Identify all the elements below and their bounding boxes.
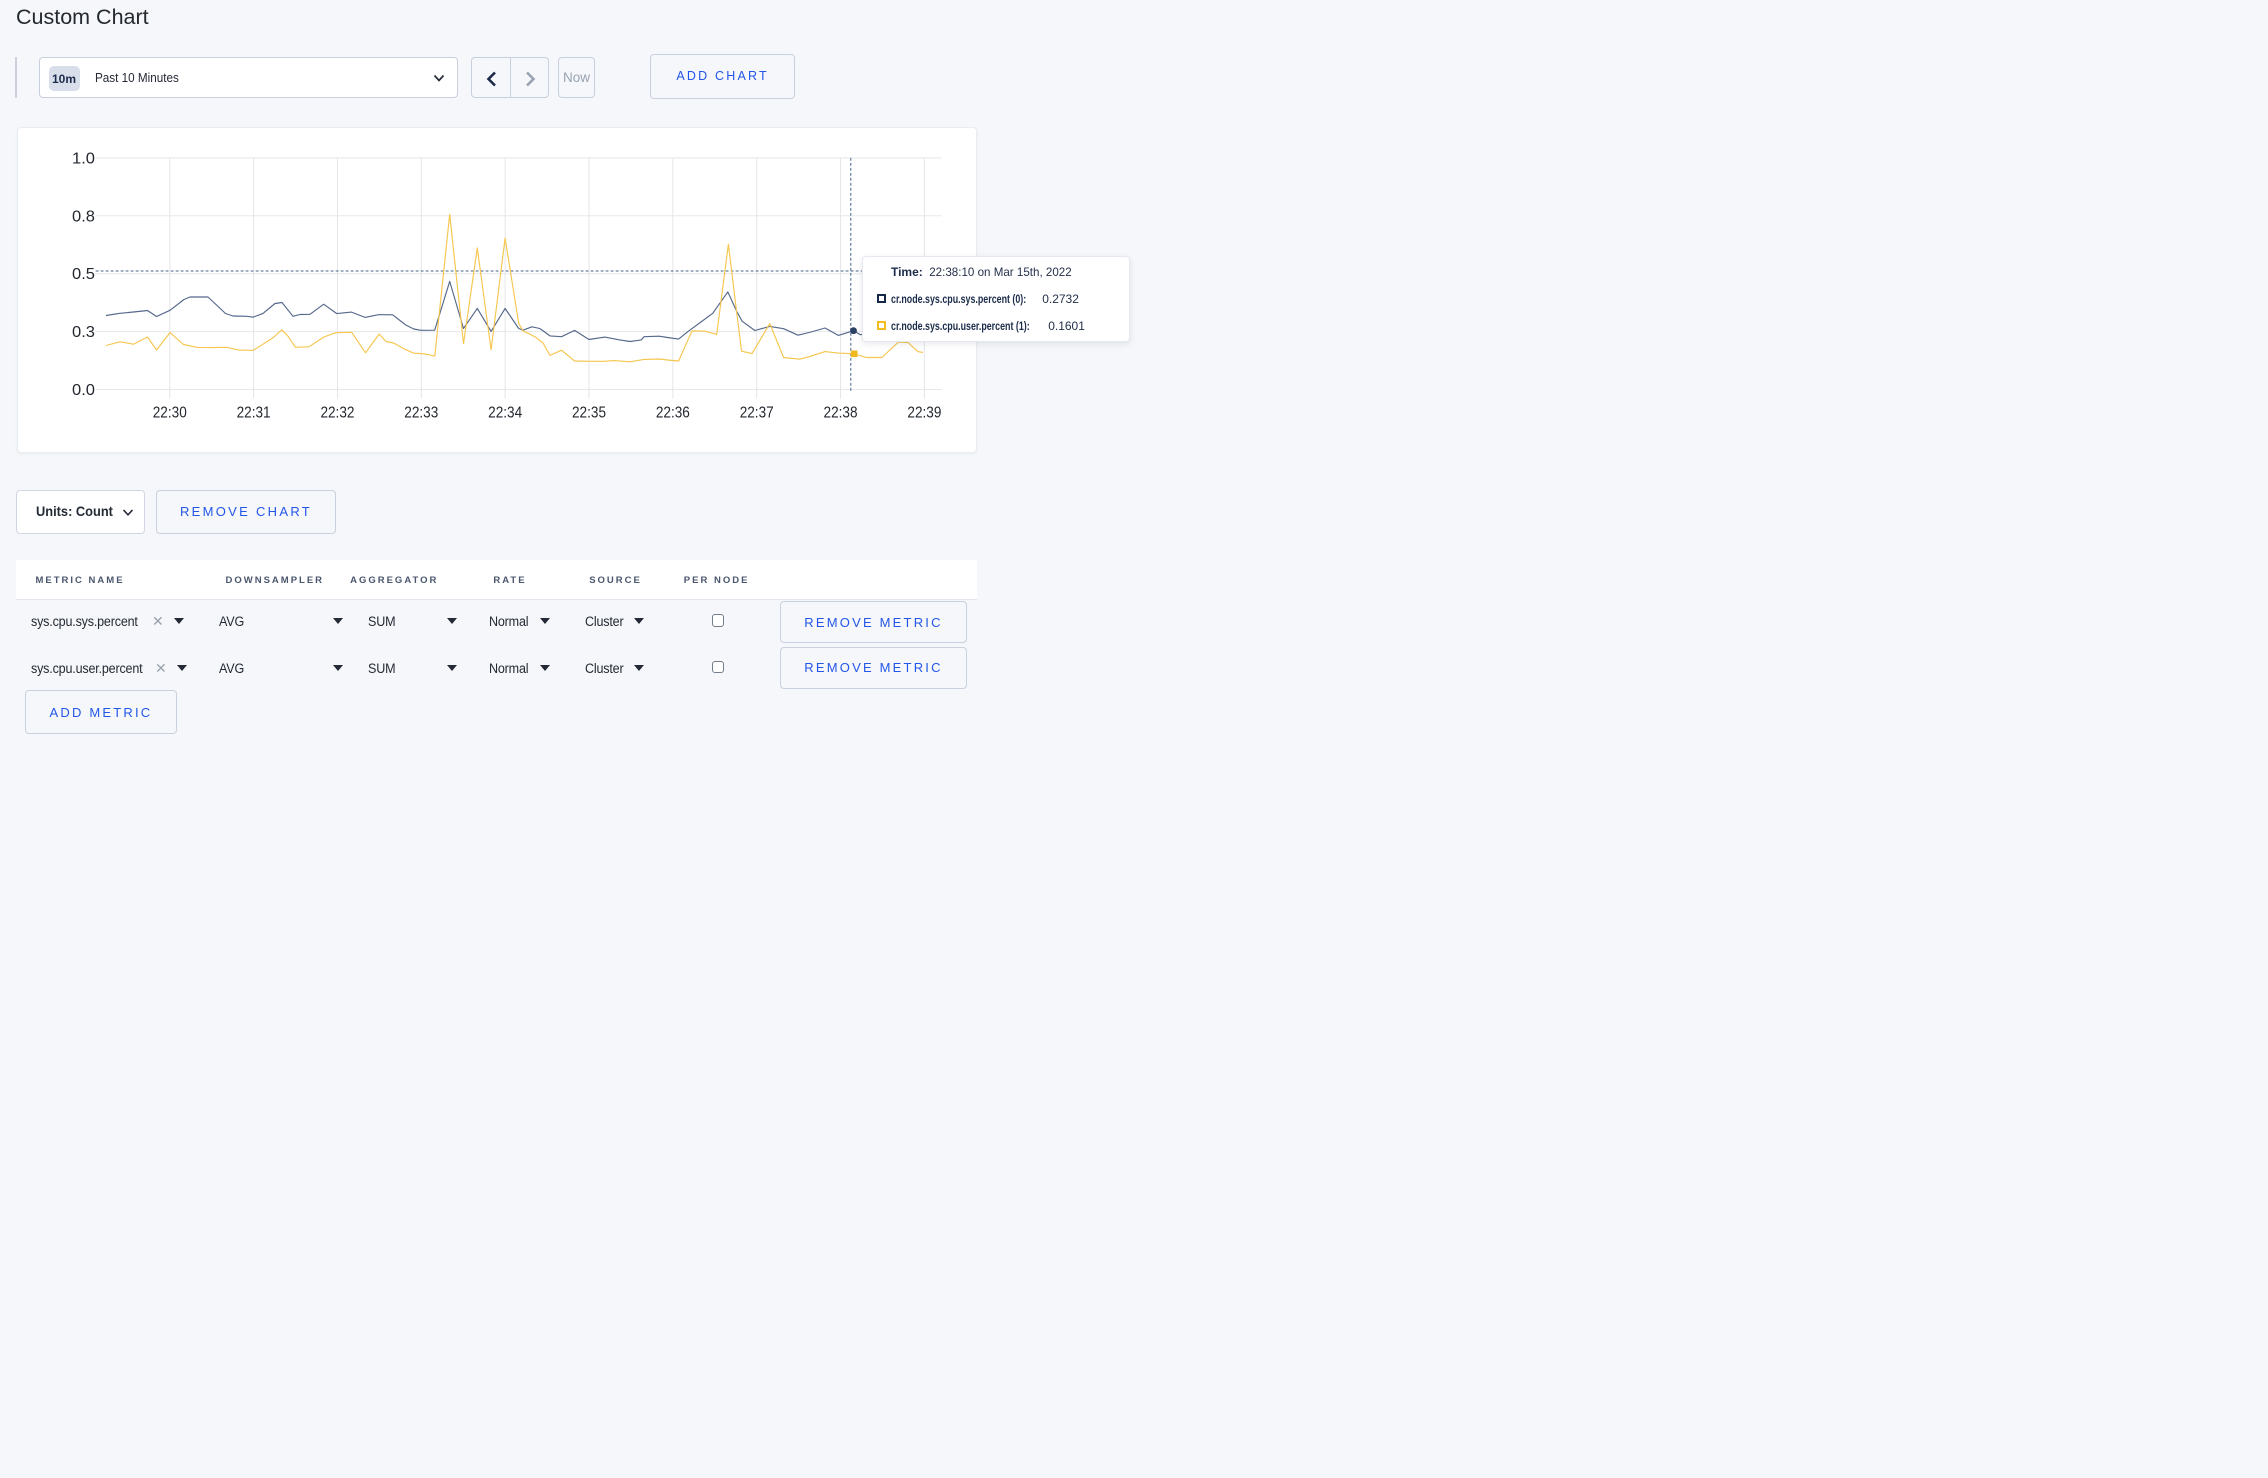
svg-text:1.0: 1.0 [72,150,95,167]
svg-text:22:33: 22:33 [404,405,438,422]
svg-text:22:32: 22:32 [320,405,354,422]
svg-text:0.0: 0.0 [72,382,95,399]
svg-text:0.3: 0.3 [72,324,95,341]
svg-text:22:34: 22:34 [488,405,522,422]
svg-text:22:39: 22:39 [907,405,941,422]
svg-text:0.8: 0.8 [72,208,95,225]
svg-text:22:35: 22:35 [572,405,606,422]
svg-text:0.5: 0.5 [72,266,95,283]
svg-text:22:36: 22:36 [656,405,690,422]
svg-text:22:30: 22:30 [153,405,187,422]
svg-text:22:37: 22:37 [740,405,774,422]
svg-text:22:38: 22:38 [824,405,858,422]
svg-text:22:31: 22:31 [237,405,271,422]
